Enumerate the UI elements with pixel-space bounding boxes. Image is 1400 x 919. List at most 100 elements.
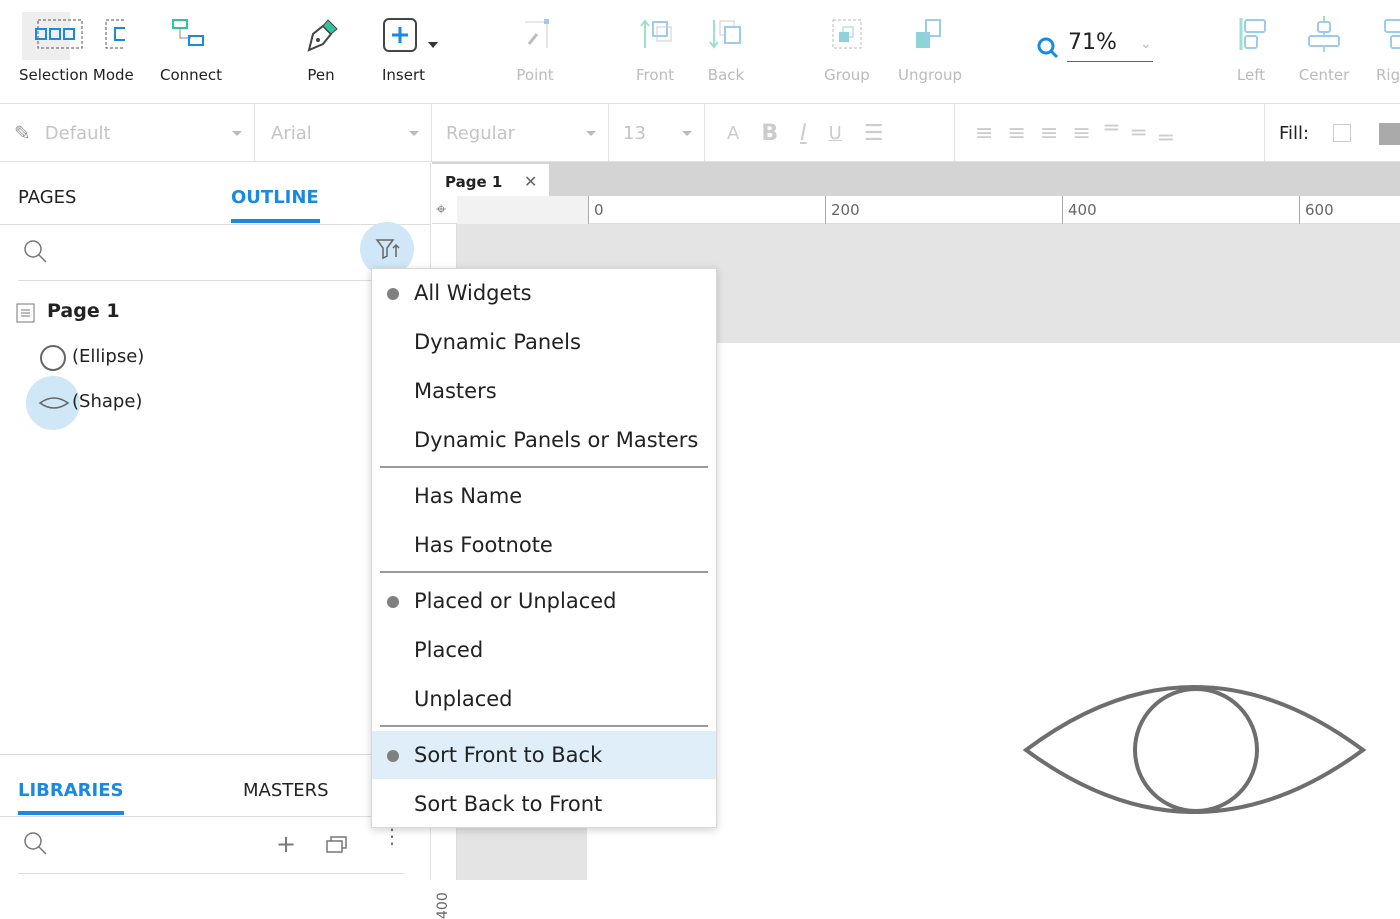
align-right-button[interactable]: Rig bbox=[1372, 0, 1400, 100]
menu-item-unplaced[interactable]: Unplaced bbox=[372, 675, 716, 723]
tool-label: Front bbox=[636, 66, 674, 84]
filter-sort-icon bbox=[375, 239, 400, 260]
fill-none-swatch[interactable] bbox=[1333, 124, 1351, 142]
menu-divider bbox=[380, 571, 708, 573]
align-text-right-icon[interactable]: ≡ bbox=[1040, 121, 1058, 146]
fill-color-swatch[interactable] bbox=[1379, 123, 1400, 145]
italic-icon[interactable]: I bbox=[800, 121, 807, 146]
tab-outline[interactable]: OUTLINE bbox=[231, 187, 319, 208]
page-tab-bar bbox=[432, 162, 1400, 196]
eye-shape[interactable] bbox=[1022, 684, 1367, 814]
alignment-group: ≡ ≡ ≡ ≡ ═ ═ ═ bbox=[955, 104, 1265, 162]
tool-label: Ungroup bbox=[897, 66, 963, 84]
menu-item-sort-front-to-back[interactable]: Sort Front to Back bbox=[372, 731, 716, 779]
insert-icon bbox=[383, 18, 438, 52]
search-icon[interactable] bbox=[22, 238, 50, 266]
library-copies-icon[interactable] bbox=[326, 834, 350, 854]
menu-item-label: All Widgets bbox=[414, 281, 532, 305]
tab-masters[interactable]: MASTERS bbox=[243, 780, 329, 801]
ungroup-icon bbox=[916, 19, 941, 48]
active-tab-indicator bbox=[18, 811, 124, 815]
group-icon bbox=[832, 19, 862, 49]
fill-control: Fill: bbox=[1265, 104, 1400, 162]
menu-item-label: Has Name bbox=[414, 484, 523, 508]
style-dropdown[interactable]: ✎ Default bbox=[0, 104, 255, 162]
menu-item-label: Unplaced bbox=[414, 687, 513, 711]
tool-label: Pen bbox=[307, 66, 335, 84]
menu-item-label: Placed bbox=[414, 638, 484, 662]
selected-dot-icon bbox=[387, 288, 399, 300]
menu-item-placed[interactable]: Placed bbox=[372, 626, 716, 674]
ruler-label: 0 bbox=[594, 201, 604, 219]
page-tab-label: Page 1 bbox=[445, 173, 503, 191]
menu-item-dynamic-panels-or-masters[interactable]: Dynamic Panels or Masters bbox=[372, 416, 716, 464]
zoom-value: 71% bbox=[1068, 30, 1117, 55]
menu-item-masters[interactable]: Masters bbox=[372, 367, 716, 415]
group-button[interactable]: Group bbox=[820, 0, 874, 100]
selection-mode-button[interactable]: Selection Mode bbox=[12, 0, 138, 100]
tree-item-page[interactable]: Page 1 bbox=[16, 300, 316, 330]
menu-item-all-widgets[interactable]: All Widgets bbox=[372, 269, 716, 317]
point-button[interactable]: Point bbox=[510, 0, 560, 100]
bullet-list-icon[interactable]: ☰ bbox=[864, 121, 884, 146]
valign-top-icon[interactable]: ═ bbox=[1105, 116, 1118, 141]
size-dropdown[interactable]: 13 bbox=[609, 104, 705, 162]
tab-libraries[interactable]: LIBRARIES bbox=[18, 780, 124, 801]
page-tab[interactable]: Page 1 ✕ bbox=[432, 164, 549, 196]
bring-front-icon bbox=[640, 19, 672, 48]
ungroup-button[interactable]: Ungroup bbox=[896, 0, 964, 100]
bold-icon[interactable]: B bbox=[761, 121, 778, 146]
style-value: Default bbox=[44, 122, 111, 144]
tool-label: Insert bbox=[382, 66, 426, 84]
zoom-icon bbox=[1037, 37, 1059, 59]
connect-button[interactable]: Connect bbox=[155, 0, 227, 100]
chevron-down-icon: ⌄ bbox=[1140, 36, 1152, 52]
valign-bottom-icon[interactable]: ═ bbox=[1159, 126, 1172, 151]
menu-item-has-name[interactable]: Has Name bbox=[372, 472, 716, 520]
menu-item-sort-back-to-front[interactable]: Sort Back to Front bbox=[372, 780, 716, 828]
font-color-icon[interactable]: A bbox=[727, 123, 739, 144]
tool-label: Selection Mode bbox=[19, 66, 134, 84]
menu-item-dynamic-panels[interactable]: Dynamic Panels bbox=[372, 318, 716, 366]
pen-button[interactable]: Pen bbox=[296, 0, 346, 100]
selection-mode-icon bbox=[35, 19, 125, 49]
weight-dropdown[interactable]: Regular bbox=[432, 104, 609, 162]
more-options-icon[interactable]: ⋮ bbox=[382, 826, 402, 846]
front-button[interactable]: Front bbox=[630, 0, 680, 100]
underline-icon[interactable]: U bbox=[829, 123, 842, 144]
tab-pages[interactable]: PAGES bbox=[18, 187, 76, 208]
valign-middle-icon[interactable]: ═ bbox=[1132, 121, 1145, 146]
align-text-center-icon[interactable]: ≡ bbox=[1007, 121, 1025, 146]
menu-divider bbox=[380, 466, 708, 468]
zoom-control[interactable]: 71% ⌄ bbox=[1036, 30, 1156, 62]
main-toolbar: Selection Mode Connect Pen Insert Point … bbox=[0, 0, 1400, 104]
insert-button[interactable]: Insert bbox=[376, 0, 440, 100]
menu-item-label: Sort Front to Back bbox=[414, 743, 603, 767]
back-button[interactable]: Back bbox=[700, 0, 752, 100]
weight-value: Regular bbox=[446, 122, 516, 144]
menu-item-has-footnote[interactable]: Has Footnote bbox=[372, 521, 716, 569]
align-center-icon bbox=[1308, 16, 1340, 52]
pen-icon bbox=[307, 19, 338, 52]
size-value: 13 bbox=[623, 122, 646, 144]
justify-icon[interactable]: ≡ bbox=[1072, 121, 1090, 146]
align-left-button[interactable]: Left bbox=[1226, 0, 1276, 100]
page-icon bbox=[16, 303, 35, 323]
outline-filter-menu: All Widgets Dynamic Panels Masters Dynam… bbox=[371, 268, 717, 828]
close-tab-icon[interactable]: ✕ bbox=[524, 172, 537, 191]
align-center-button[interactable]: Center bbox=[1296, 0, 1352, 100]
tool-label: Rig bbox=[1376, 66, 1400, 84]
menu-item-label: Sort Back to Front bbox=[414, 792, 603, 816]
item-label: (Shape) bbox=[72, 391, 143, 412]
style-edit-icon: ✎ bbox=[14, 121, 31, 145]
align-text-left-icon[interactable]: ≡ bbox=[975, 121, 993, 146]
library-search-icon[interactable] bbox=[22, 830, 50, 858]
tree-item-shape[interactable]: (Shape) bbox=[38, 387, 338, 417]
font-dropdown[interactable]: Arial bbox=[255, 104, 432, 162]
tool-label: Left bbox=[1236, 66, 1266, 84]
tree-item-ellipse[interactable]: (Ellipse) bbox=[38, 342, 338, 372]
add-library-icon[interactable]: + bbox=[276, 830, 296, 858]
active-tab-indicator bbox=[231, 219, 320, 223]
menu-item-placed-or-unplaced[interactable]: Placed or Unplaced bbox=[372, 577, 716, 625]
ruler-label: 400 bbox=[1068, 201, 1097, 219]
